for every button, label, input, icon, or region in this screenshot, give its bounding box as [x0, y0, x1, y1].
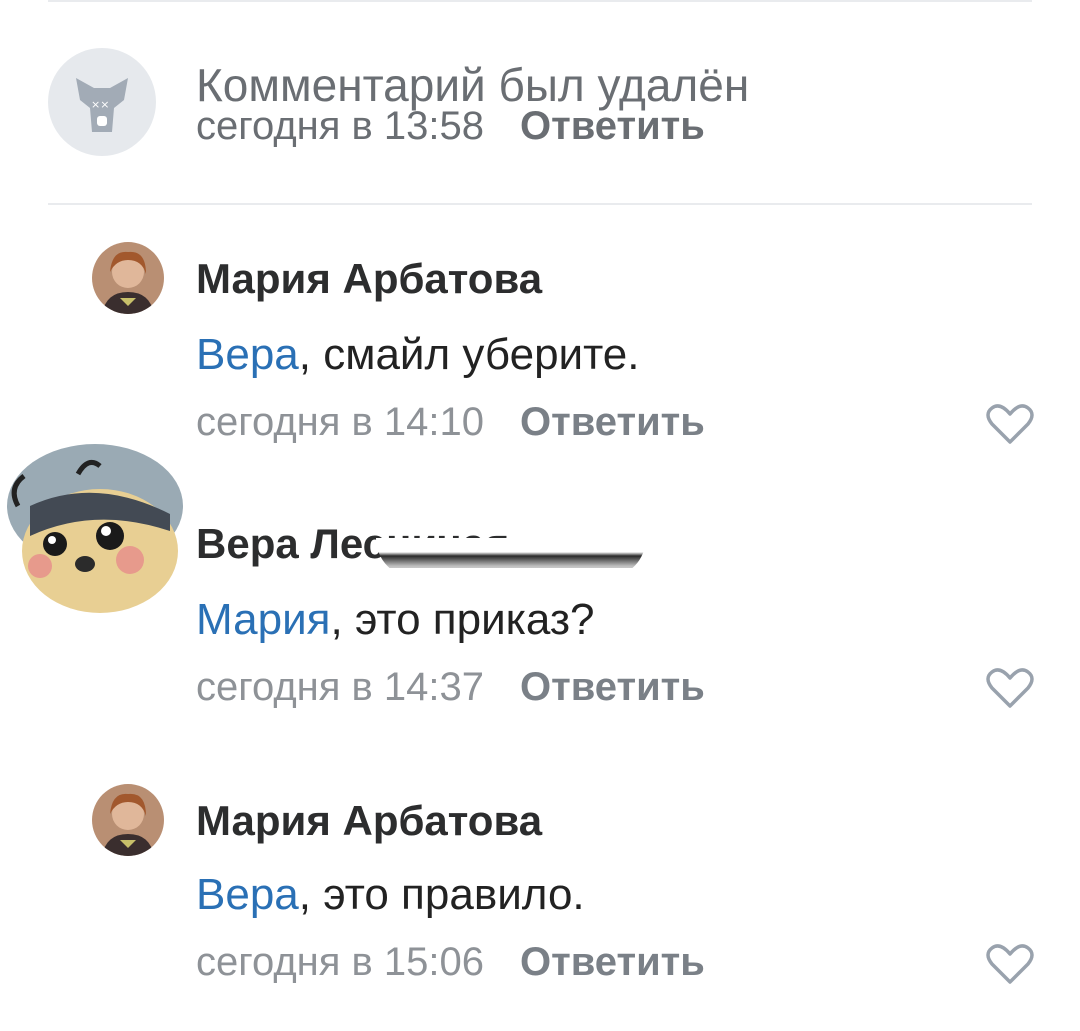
svg-text:××: ××: [91, 98, 109, 111]
deleted-user-avatar: ××: [48, 48, 156, 156]
comment-author[interactable]: Мария Арбатова: [196, 255, 542, 303]
comment-item: Мария Арбатова Вера, это правило. сегодн…: [0, 772, 1080, 1012]
user-photo-icon: [92, 242, 164, 314]
scribble-redaction: [376, 538, 646, 568]
comment-item: Вера Лесничая Мария, это приказ? сегодня…: [0, 444, 1080, 750]
deleted-comment-meta: сегодня в 13:58 Ответить: [196, 104, 705, 149]
comment-text: Вера, смайл уберите.: [196, 330, 640, 380]
comment-text: Мария, это приказ?: [196, 595, 595, 645]
comment-divider: [48, 203, 1032, 205]
comment-time: сегодня в 14:37: [196, 665, 484, 709]
mention-link[interactable]: Вера: [196, 330, 299, 379]
heart-outline-icon[interactable]: [986, 402, 1034, 446]
comment-author[interactable]: Вера Лесничая: [196, 520, 676, 568]
reply-button[interactable]: Ответить: [520, 400, 705, 444]
comment-time: сегодня в 15:06: [196, 940, 484, 984]
deleted-comment: ×× Комментарий был удалён сегодня в 13:5…: [0, 0, 1080, 200]
comment-body: , смайл уберите.: [298, 330, 640, 379]
comment-author[interactable]: Мария Арбатова: [196, 797, 542, 845]
user-photo-icon: [92, 784, 164, 856]
comment-meta: сегодня в 14:10 Ответить: [196, 400, 705, 445]
comment-body: , это приказ?: [330, 595, 595, 644]
comment-item: Мария Арбатова Вера, смайл уберите. сего…: [0, 230, 1080, 460]
reply-button[interactable]: Ответить: [520, 104, 705, 148]
mention-link[interactable]: Вера: [196, 870, 299, 919]
heart-outline-icon[interactable]: [986, 666, 1034, 710]
comment-body: , это правило.: [298, 870, 585, 919]
reply-button[interactable]: Ответить: [520, 940, 705, 984]
bee-doll-photo-icon: [7, 444, 183, 613]
heart-outline-icon[interactable]: [986, 942, 1034, 986]
comment-meta: сегодня в 15:06 Ответить: [196, 940, 705, 985]
mention-link[interactable]: Мария: [196, 595, 331, 644]
avatar[interactable]: [92, 784, 164, 856]
comment-text: Вера, это правило.: [196, 870, 585, 920]
comment-meta: сегодня в 14:37 Ответить: [196, 665, 705, 710]
vk-dog-deleted-icon: ××: [76, 78, 128, 132]
reply-button[interactable]: Ответить: [520, 665, 705, 709]
comment-time: сегодня в 14:10: [196, 400, 484, 444]
comment-time: сегодня в 13:58: [196, 104, 484, 148]
avatar[interactable]: [0, 436, 190, 626]
avatar[interactable]: [92, 242, 164, 314]
